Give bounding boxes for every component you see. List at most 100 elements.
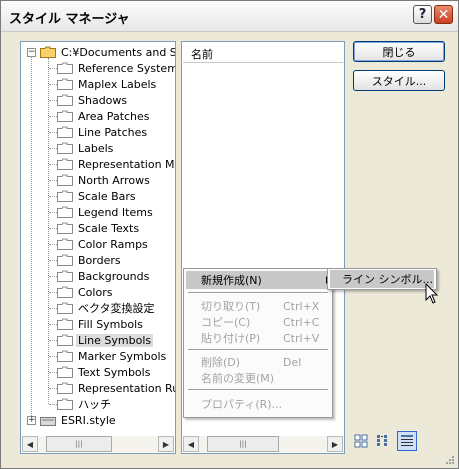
scroll-thumb[interactable]: |||: [46, 436, 112, 452]
submenu-item-line-symbol-label: ライン シンボル...: [342, 273, 433, 286]
tree-node-label: Area Patches: [78, 109, 150, 123]
large-icons-view-icon[interactable]: [353, 433, 369, 449]
tree-node-label: Reference Systems: [78, 61, 175, 75]
tree-node-label: ハッチ: [78, 398, 111, 411]
tree-node[interactable]: Text Symbols: [57, 364, 152, 380]
folder-icon: [57, 334, 73, 346]
menu-item-paste-label: 貼り付け(P): [201, 332, 261, 345]
menu-item-cut-label: 切り取り(T): [201, 300, 261, 313]
title-bar[interactable]: スタイル マネージャ ? ✕: [1, 1, 458, 32]
menu-item-paste: 貼り付け(P) Ctrl+V: [186, 329, 330, 347]
scroll-left-arrow-icon[interactable]: ◀: [22, 436, 38, 452]
tree-connector-line: [49, 340, 57, 341]
tree-node-root[interactable]: C:¥Documents and Sett: [40, 44, 175, 60]
resize-grip-icon[interactable]: [444, 454, 455, 465]
tree-connector-line: [49, 404, 57, 405]
folder-icon: [57, 190, 73, 202]
list-horizontal-scrollbar[interactable]: ◀ ||| ▶: [183, 436, 343, 452]
folder-icon: [57, 158, 73, 170]
drive-icon: [40, 414, 56, 426]
tree-node-label: C:¥Documents and Sett: [61, 45, 175, 59]
folder-icon: [57, 254, 73, 266]
menu-item-new[interactable]: 新規作成(N): [186, 271, 330, 289]
tree-node-label: Text Symbols: [78, 365, 151, 379]
tree-node-label: Line Patches: [78, 125, 148, 139]
folder-icon: [57, 382, 73, 394]
tree-node[interactable]: Color Ramps: [57, 236, 150, 252]
folder-icon: [57, 366, 73, 378]
tree-node-label: Marker Symbols: [78, 349, 167, 363]
tree-node-label: Scale Texts: [78, 221, 140, 235]
tree-node[interactable]: Maplex Labels: [57, 76, 158, 92]
name-column-label: 名前: [191, 48, 213, 61]
tree-connector-line: [49, 388, 57, 389]
tree-node[interactable]: Borders: [57, 252, 123, 268]
tree-node-label: Scale Bars: [78, 189, 136, 203]
tree-connector-line: [49, 100, 57, 101]
tree-node[interactable]: Backgrounds: [57, 268, 151, 284]
list-view-icon[interactable]: [375, 433, 391, 449]
menu-item-copy-label: コピー(C): [201, 316, 251, 329]
tree-node[interactable]: Area Patches: [57, 108, 152, 124]
tree-connector-line: [49, 308, 57, 309]
style-tree[interactable]: −C:¥Documents and SettReference SystemsM…: [20, 41, 176, 454]
tree-node[interactable]: ハッチ: [57, 396, 113, 412]
menu-separator: [188, 292, 328, 294]
scroll-right-arrow-icon[interactable]: ▶: [158, 436, 174, 452]
scroll-left-arrow-icon[interactable]: ◀: [183, 436, 199, 452]
tree-expand-icon[interactable]: +: [27, 416, 36, 425]
tree-node[interactable]: North Arrows: [57, 172, 152, 188]
submenu-item-line-symbol[interactable]: ライン シンボル...: [330, 270, 434, 288]
folder-icon: [57, 222, 73, 234]
tree-node[interactable]: Representation Mark: [57, 156, 175, 172]
tree-connector-line: [49, 116, 57, 117]
scroll-thumb[interactable]: |||: [207, 436, 279, 452]
tree-node-label: Representation Rule: [78, 381, 175, 395]
tree-node-esri-style[interactable]: ESRI.style: [40, 412, 118, 428]
tree-node[interactable]: Colors: [57, 284, 114, 300]
tree-node[interactable]: Labels: [57, 140, 115, 156]
tree-node[interactable]: Scale Bars: [57, 188, 138, 204]
scroll-right-arrow-icon[interactable]: ▶: [327, 436, 343, 452]
tree-node[interactable]: Line Patches: [57, 124, 149, 140]
help-button[interactable]: ?: [413, 5, 432, 24]
menu-item-properties-label: プロパティ(R)...: [201, 398, 283, 411]
tree-node[interactable]: Reference Systems: [57, 60, 175, 76]
context-menu: 新規作成(N) 切り取り(T) Ctrl+X コピー(C) Ctrl+C 貼り付…: [183, 268, 333, 418]
scroll-track[interactable]: |||: [38, 436, 158, 452]
details-view-icon[interactable]: [397, 431, 417, 451]
tree-node[interactable]: Scale Texts: [57, 220, 141, 236]
folder-icon: [57, 126, 73, 138]
close-button[interactable]: 閉じる: [353, 41, 445, 62]
folder-icon: [57, 238, 73, 250]
tree-node[interactable]: Fill Symbols: [57, 316, 145, 332]
mouse-pointer-icon: [425, 283, 439, 304]
menu-separator: [188, 389, 328, 391]
scroll-track[interactable]: |||: [199, 436, 327, 452]
tree-horizontal-scrollbar[interactable]: ◀ ||| ▶: [22, 436, 174, 452]
tree-node[interactable]: Line Symbols: [57, 332, 154, 348]
tree-node-label: ベクタ変換設定: [78, 302, 155, 315]
folder-icon: [57, 302, 73, 314]
tree-connector-line: [49, 84, 57, 85]
tree-node-label: Maplex Labels: [78, 77, 157, 91]
tree-node-label: Representation Mark: [78, 157, 175, 171]
menu-item-new-label: 新規作成(N): [201, 274, 262, 287]
styles-button[interactable]: スタイル...: [353, 70, 445, 91]
tree-node[interactable]: Representation Rule: [57, 380, 175, 396]
folder-icon: [57, 286, 73, 298]
tree-node[interactable]: Legend Items: [57, 204, 155, 220]
tree-connector-line: [49, 356, 57, 357]
folder-icon: [57, 142, 73, 154]
tree-node[interactable]: ベクタ変換設定: [57, 300, 157, 316]
window-title: スタイル マネージャ: [9, 12, 130, 27]
folder-icon: [57, 318, 73, 330]
tree-connector-line: [49, 212, 57, 213]
name-column-header[interactable]: 名前: [183, 43, 343, 63]
tree-connector-line: [49, 164, 57, 165]
tree-node[interactable]: Marker Symbols: [57, 348, 168, 364]
folder-icon: [57, 78, 73, 90]
close-window-button[interactable]: ✕: [434, 5, 453, 24]
tree-node-label: Labels: [78, 141, 114, 155]
tree-node[interactable]: Shadows: [57, 92, 129, 108]
